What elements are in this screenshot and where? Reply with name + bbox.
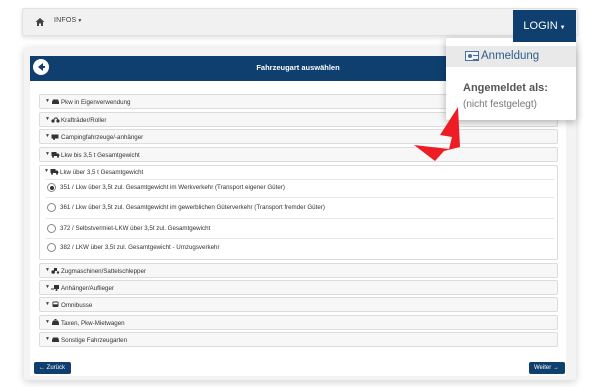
back-button[interactable]: ← Zurück [34, 362, 71, 374]
tractor-icon [51, 268, 60, 274]
accordion-row-lkw-ueber[interactable]: ▼ Lkw über 3,5 t Gesamtgewicht [39, 165, 558, 180]
arrow-left-icon: ← [39, 365, 45, 371]
divider [46, 238, 554, 239]
chevron-down-icon: ▼ [44, 168, 49, 174]
accordion-row-label: Anhänger/Auflieger [61, 284, 114, 292]
accordion-row-zugmaschinen[interactable]: ▼ Zugmaschinen/Sattelschlepper [39, 263, 558, 278]
accordion-row-label: Lkw über 3,5 t Gesamtgewicht [60, 168, 144, 176]
car-icon [52, 337, 59, 342]
bus-icon [52, 301, 59, 307]
divider [46, 218, 554, 219]
accordion-row-label: Sonstige Fahrzeugarten [61, 336, 128, 344]
motorcycle-icon [51, 117, 60, 123]
accordion-row-camping[interactable]: ▼ Campingfahrzeuge/-anhänger [39, 129, 558, 144]
truck-icon [51, 152, 60, 158]
login-button-label: LOGIN [523, 20, 558, 32]
chevron-down-icon: ▼ [45, 301, 50, 307]
infos-menu[interactable]: INFOS▼ [54, 17, 83, 24]
accordion-row-label: Zugmaschinen/Sattelschlepper [61, 267, 146, 275]
chevron-down-icon: ▼ [77, 18, 83, 24]
accordion-row-label: Campingfahrzeuge/-anhänger [61, 133, 144, 141]
infos-menu-label: INFOS [54, 17, 77, 24]
trailer-icon [51, 285, 59, 291]
accordion-row-taxen[interactable]: ▼ Taxen, Pkw-Mietwagen [39, 315, 558, 330]
chevron-down-icon: ▼ [45, 319, 50, 325]
anmeldung-label[interactable]: Anmeldung [481, 50, 539, 62]
chevron-down-icon: ▼ [45, 98, 50, 104]
accordion-row-label: Krafträder/Roller [61, 116, 107, 124]
radio-button-selected[interactable] [47, 183, 56, 192]
truck-icon [50, 169, 59, 175]
accordion-row-sonstige[interactable]: ▼ Sonstige Fahrzeugarten [39, 332, 558, 347]
red-pointer-arrow [414, 107, 460, 161]
option-label: 351 / Lkw über 3,5t zul. Gesamtgewicht i… [60, 184, 285, 191]
chevron-down-icon: ▼ [45, 284, 50, 290]
option-label: 361 / Lkw über 3,5t zul. Gesamtgewicht i… [60, 204, 325, 211]
accordion-row-omnibusse[interactable]: ▼ Omnibusse [39, 297, 558, 312]
id-card-icon [465, 51, 479, 61]
taxi-icon [52, 319, 59, 325]
car-icon [52, 99, 59, 104]
login-status: (nicht festgelegt) [463, 99, 537, 110]
accordion-row-lkw-bis[interactable]: ▼ Lkw bis 3,5 t Gesamtgewicht [39, 147, 558, 162]
option-label: 382 / LKW über 3,5t zul. Gesamtgewicht -… [60, 244, 220, 251]
divider [46, 179, 554, 180]
chevron-down-icon: ▼ [559, 25, 566, 31]
accordion-row-label: Taxen, Pkw-Mietwagen [61, 319, 125, 327]
back-button-label: Zurück [46, 365, 66, 371]
chevron-down-icon: ▼ [45, 151, 50, 157]
radio-button[interactable] [47, 224, 56, 233]
divider [46, 197, 554, 198]
accordion-row-label: Omnibusse [61, 301, 93, 309]
arrow-right-icon: → [552, 365, 559, 371]
camper-icon [51, 134, 59, 140]
accordion-row-anhaenger[interactable]: ▼ Anhänger/Auflieger [39, 280, 558, 295]
angemeldet-als-label: Angemeldet als: [463, 82, 548, 94]
radio-button[interactable] [47, 243, 56, 252]
radio-button[interactable] [47, 203, 56, 212]
accordion-row-label: Pkw in Eigenverwendung [61, 98, 131, 106]
chevron-down-icon: ▼ [45, 336, 50, 342]
chevron-down-icon: ▼ [45, 116, 50, 122]
login-button[interactable]: LOGIN ▼ [513, 10, 576, 42]
accordion-row-label: Lkw bis 3,5 t Gesamtgewicht [61, 151, 140, 159]
home-icon[interactable] [35, 17, 45, 27]
chevron-down-icon: ▼ [45, 133, 50, 139]
next-button[interactable]: Weiter → [529, 362, 565, 374]
screenshot-stage: INFOS▼ Fahrzeugart auswählen ▼ Pkw in Ei… [0, 0, 600, 387]
next-button-label: Weiter [534, 365, 552, 371]
option-label: 372 / Selbstvermiet-LKW über 3,5t zul. G… [60, 225, 211, 232]
chevron-down-icon: ▼ [45, 267, 50, 273]
top-navbar: INFOS▼ [22, 8, 578, 36]
